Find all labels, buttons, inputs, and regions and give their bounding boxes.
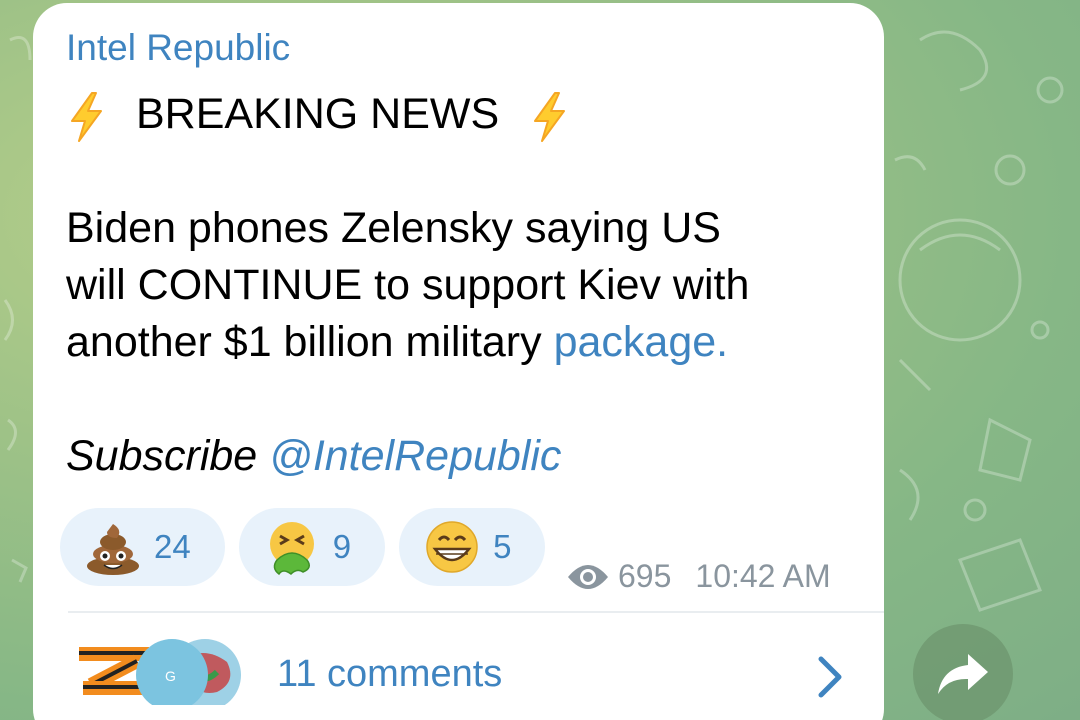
comments-row[interactable]: G 11 comments	[33, 613, 884, 720]
avatar-letter-text: G	[165, 668, 176, 684]
share-arrow-icon	[938, 654, 988, 694]
body-line-3: another $1 billion military package.	[66, 314, 856, 371]
reaction-vomiting[interactable]: 9	[238, 508, 386, 586]
eye-icon	[568, 564, 608, 589]
poop-emoji-icon	[87, 524, 139, 575]
reactions-bar: 24 9 5	[60, 508, 546, 586]
reaction-grinning[interactable]: 5	[399, 508, 546, 586]
grinning-face-emoji-icon	[426, 521, 478, 573]
channel-name[interactable]: Intel Republic	[66, 27, 290, 69]
body-line-2: will CONTINUE to support Kiev with	[66, 261, 750, 309]
timestamp: 10:42 AM	[695, 558, 831, 594]
lightning-icon	[534, 91, 566, 142]
comments-count-label[interactable]: 11 comments	[277, 653, 502, 696]
lightning-icon	[71, 91, 102, 142]
subscribe-line: Subscribe @IntelRepublic	[66, 428, 856, 485]
reaction-count: 5	[493, 528, 512, 565]
vomiting-face-emoji-icon	[269, 522, 314, 576]
body-line-3-text: another $1 billion military	[66, 318, 554, 366]
subscribe-handle-link[interactable]: @IntelRepublic	[269, 432, 561, 480]
message-meta: 695 10:42 AM	[566, 558, 831, 595]
package-link[interactable]: package.	[554, 318, 729, 366]
headline-line: BREAKING NEWS	[66, 86, 856, 143]
chevron-right-icon[interactable]	[815, 655, 845, 699]
subscribe-text: Subscribe	[66, 432, 270, 480]
reaction-count: 24	[154, 528, 191, 565]
message-text: BREAKING NEWS Biden phones Zelensky sayi…	[66, 86, 856, 485]
body-line-1: Biden phones Zelensky saying US	[66, 204, 721, 252]
headline-text: BREAKING NEWS	[136, 90, 500, 138]
reaction-count: 9	[332, 528, 352, 565]
share-button[interactable]	[913, 624, 1013, 720]
reaction-poop[interactable]: 24	[60, 508, 225, 586]
commenter-avatars: G	[79, 639, 241, 705]
view-count: 695	[618, 558, 672, 594]
